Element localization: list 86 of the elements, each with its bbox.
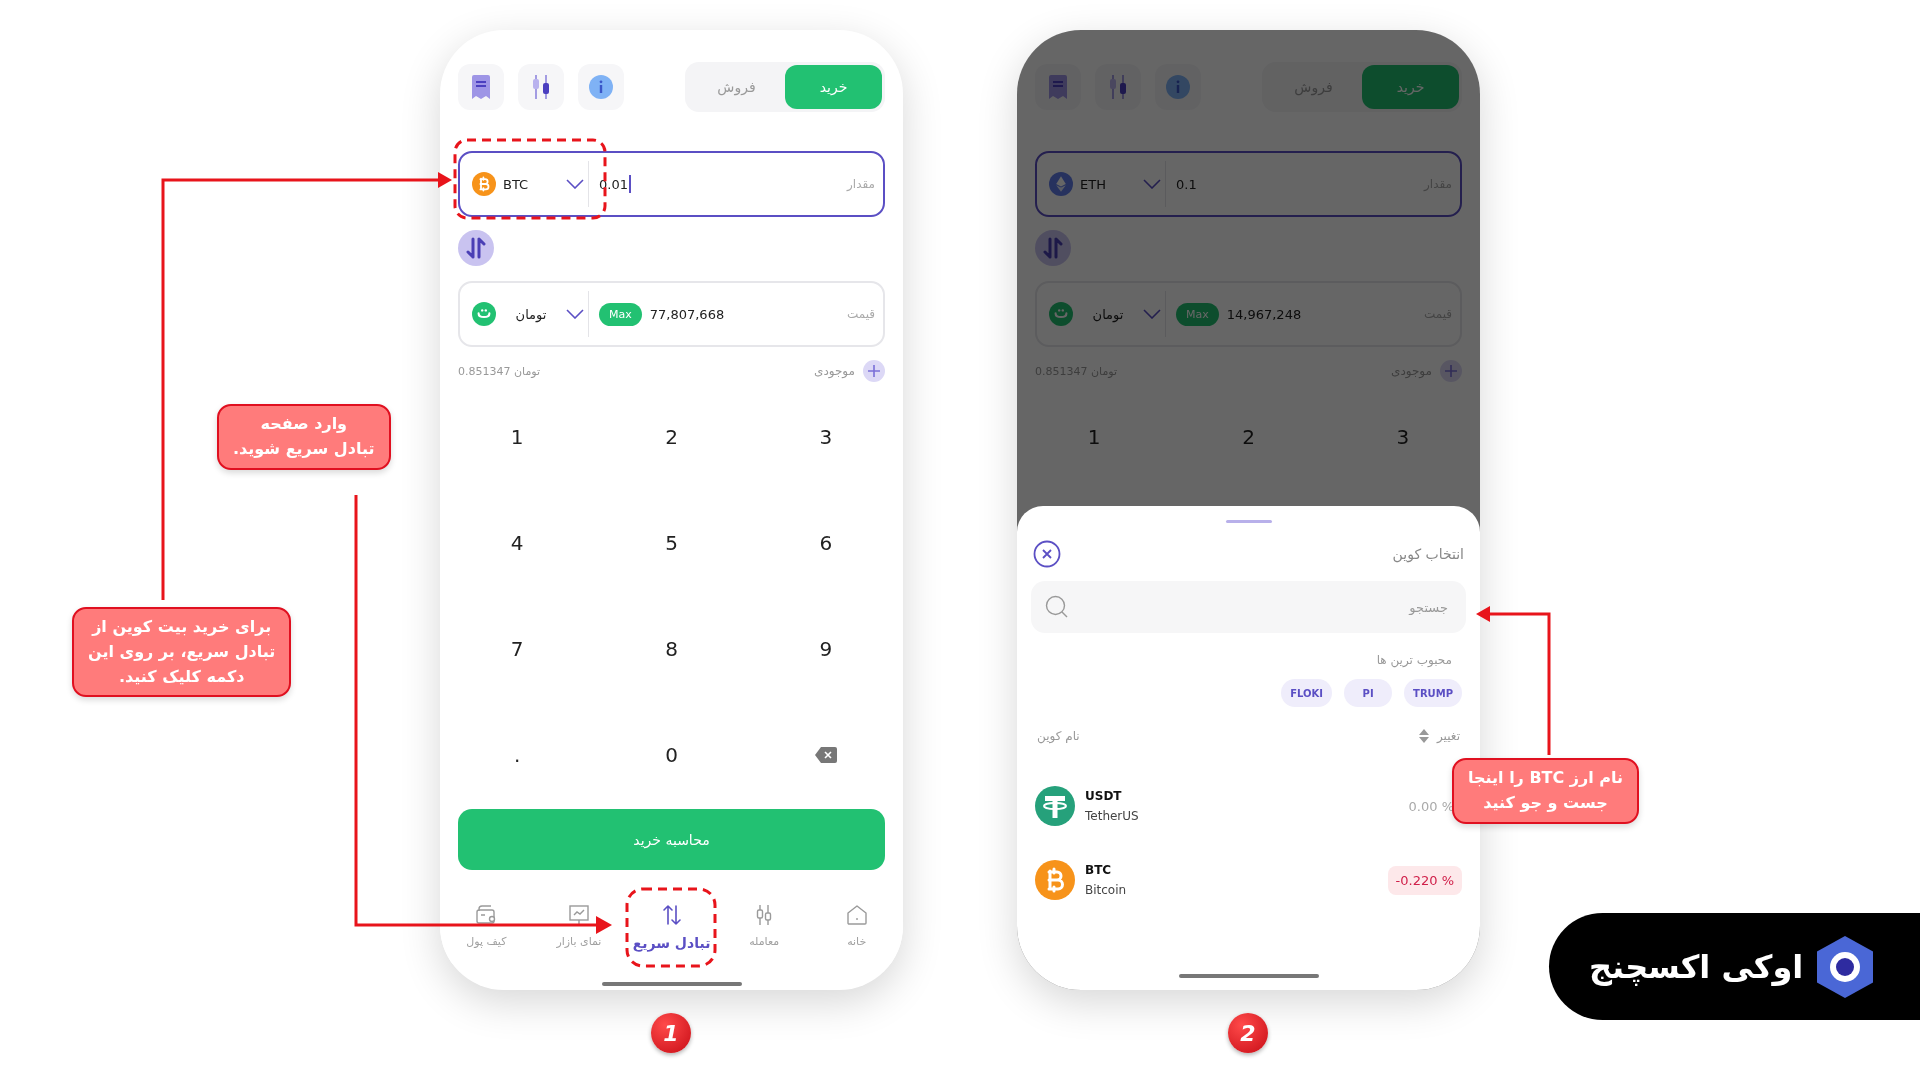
- sheet-handle[interactable]: [1225, 520, 1272, 523]
- keypad-key[interactable]: 3: [795, 412, 856, 462]
- keypad-key[interactable]: 2: [1218, 412, 1279, 462]
- swap-arrows-icon: [466, 237, 486, 259]
- brand-name: اوکی اکسچنج: [1589, 947, 1804, 986]
- nav-tab[interactable]: کیف پول: [440, 889, 533, 964]
- coin-chip[interactable]: TRUMP: [1404, 679, 1462, 707]
- receipt-icon: [470, 74, 492, 100]
- chevron-down-icon: [1143, 309, 1161, 319]
- nav-tab[interactable]: نمای بازار: [532, 889, 626, 964]
- callout-note: برای خرید بیت کوین از تبادل سریع، بر روی این دکمه کلیک کنید.: [72, 607, 292, 698]
- currency-selector[interactable]: تومان: [468, 302, 588, 326]
- callout-note: وارد صفحه تبادل سریع شوید.: [217, 404, 391, 470]
- info-icon: [589, 75, 613, 99]
- keypad-key[interactable]: 3: [1372, 412, 1433, 462]
- tether-icon: [1035, 786, 1075, 826]
- price-value: 14,967,248: [1226, 306, 1302, 322]
- plus-icon: [868, 365, 880, 377]
- candlestick-icon: [1107, 74, 1129, 100]
- toman-icon: [1049, 302, 1073, 326]
- step-badge: 1: [651, 1013, 691, 1053]
- swap-button[interactable]: [458, 230, 494, 266]
- coin-name: Bitcoin: [1085, 883, 1127, 897]
- balance-label: موجودی: [814, 364, 855, 378]
- bitcoin-icon: [1035, 860, 1075, 900]
- info-button[interactable]: [578, 64, 624, 110]
- coin-symbol[interactable]: BTC: [1085, 863, 1127, 877]
- column-header: نام کوین: [1037, 729, 1080, 743]
- amount-value: 0.1: [1176, 176, 1197, 192]
- receipt-icon: [1047, 74, 1069, 100]
- toman-icon: [472, 302, 496, 326]
- coin-chip[interactable]: PI: [1344, 679, 1393, 707]
- search-field[interactable]: جستجو: [1031, 581, 1466, 633]
- coin-selector[interactable]: BTC: [468, 172, 588, 196]
- keypad-key[interactable]: 2: [641, 412, 702, 462]
- keypad-key[interactable]: 4: [487, 518, 548, 568]
- change-badge: -0.220 %: [1387, 865, 1462, 895]
- chevron-down-icon: [1143, 179, 1161, 189]
- coin-chip[interactable]: FLOKI: [1281, 679, 1333, 707]
- keypad-key[interactable]: 0: [641, 730, 702, 780]
- add-funds-button[interactable]: [863, 360, 885, 382]
- ethereum-icon: [1049, 172, 1073, 196]
- plus-icon: [1445, 365, 1457, 377]
- currency-selector[interactable]: تومان: [1045, 302, 1165, 326]
- nav-tab[interactable]: معامله: [717, 889, 811, 964]
- chevron-down-icon: [566, 179, 584, 189]
- amount-value: 0.01: [599, 176, 628, 192]
- chart-board-icon: [566, 903, 591, 927]
- candlestick-icon: [530, 74, 552, 100]
- keypad-key[interactable]: 7: [487, 624, 548, 674]
- price-value: 77,807,668: [649, 306, 725, 322]
- add-funds-button[interactable]: [1440, 360, 1462, 382]
- step-badge: 2: [1228, 1013, 1268, 1053]
- column-header[interactable]: تغییر: [1437, 729, 1460, 743]
- coin-name: TetherUS: [1085, 809, 1139, 823]
- search-icon: [1045, 595, 1069, 619]
- callout-note: نام ارز BTC را اینجا جست و جو کنید: [1452, 758, 1640, 824]
- swap-arrows-icon: [1043, 237, 1063, 259]
- info-icon: [1166, 75, 1190, 99]
- nav-tab[interactable]: تبادل سریع: [625, 889, 718, 964]
- logo-icon: [1817, 935, 1874, 998]
- orders-button[interactable]: [458, 64, 504, 110]
- close-button[interactable]: [1033, 540, 1061, 568]
- balance-value: 0.851347 تومان: [458, 364, 541, 378]
- backspace-icon: [814, 747, 837, 763]
- chart-button[interactable]: [518, 64, 564, 110]
- field-label: قیمت: [846, 307, 875, 321]
- keypad-key[interactable]: 1: [487, 412, 548, 462]
- coin-symbol[interactable]: USDT: [1085, 789, 1139, 803]
- keypad-key[interactable]: 6: [795, 518, 856, 568]
- keypad-key[interactable]: 5: [641, 518, 702, 568]
- keypad-key[interactable]: 9: [795, 624, 856, 674]
- field-label: مقدار: [847, 177, 875, 191]
- keypad-key[interactable]: .: [487, 730, 548, 780]
- popular-label: محبوب ترین ها: [1376, 653, 1452, 667]
- home-icon: [844, 903, 869, 927]
- keypad-key[interactable]: 1: [1064, 412, 1125, 462]
- sort-icon[interactable]: [1419, 729, 1429, 743]
- orders-button[interactable]: [1035, 64, 1081, 110]
- close-icon: [1033, 540, 1061, 568]
- chevron-down-icon: [566, 309, 584, 319]
- bitcoin-icon: [472, 172, 496, 196]
- sheet-title: انتخاب کوین: [1392, 546, 1464, 562]
- info-button[interactable]: [1155, 64, 1201, 110]
- keypad-key[interactable]: 8: [641, 624, 702, 674]
- coin-selector[interactable]: ETH: [1045, 172, 1165, 196]
